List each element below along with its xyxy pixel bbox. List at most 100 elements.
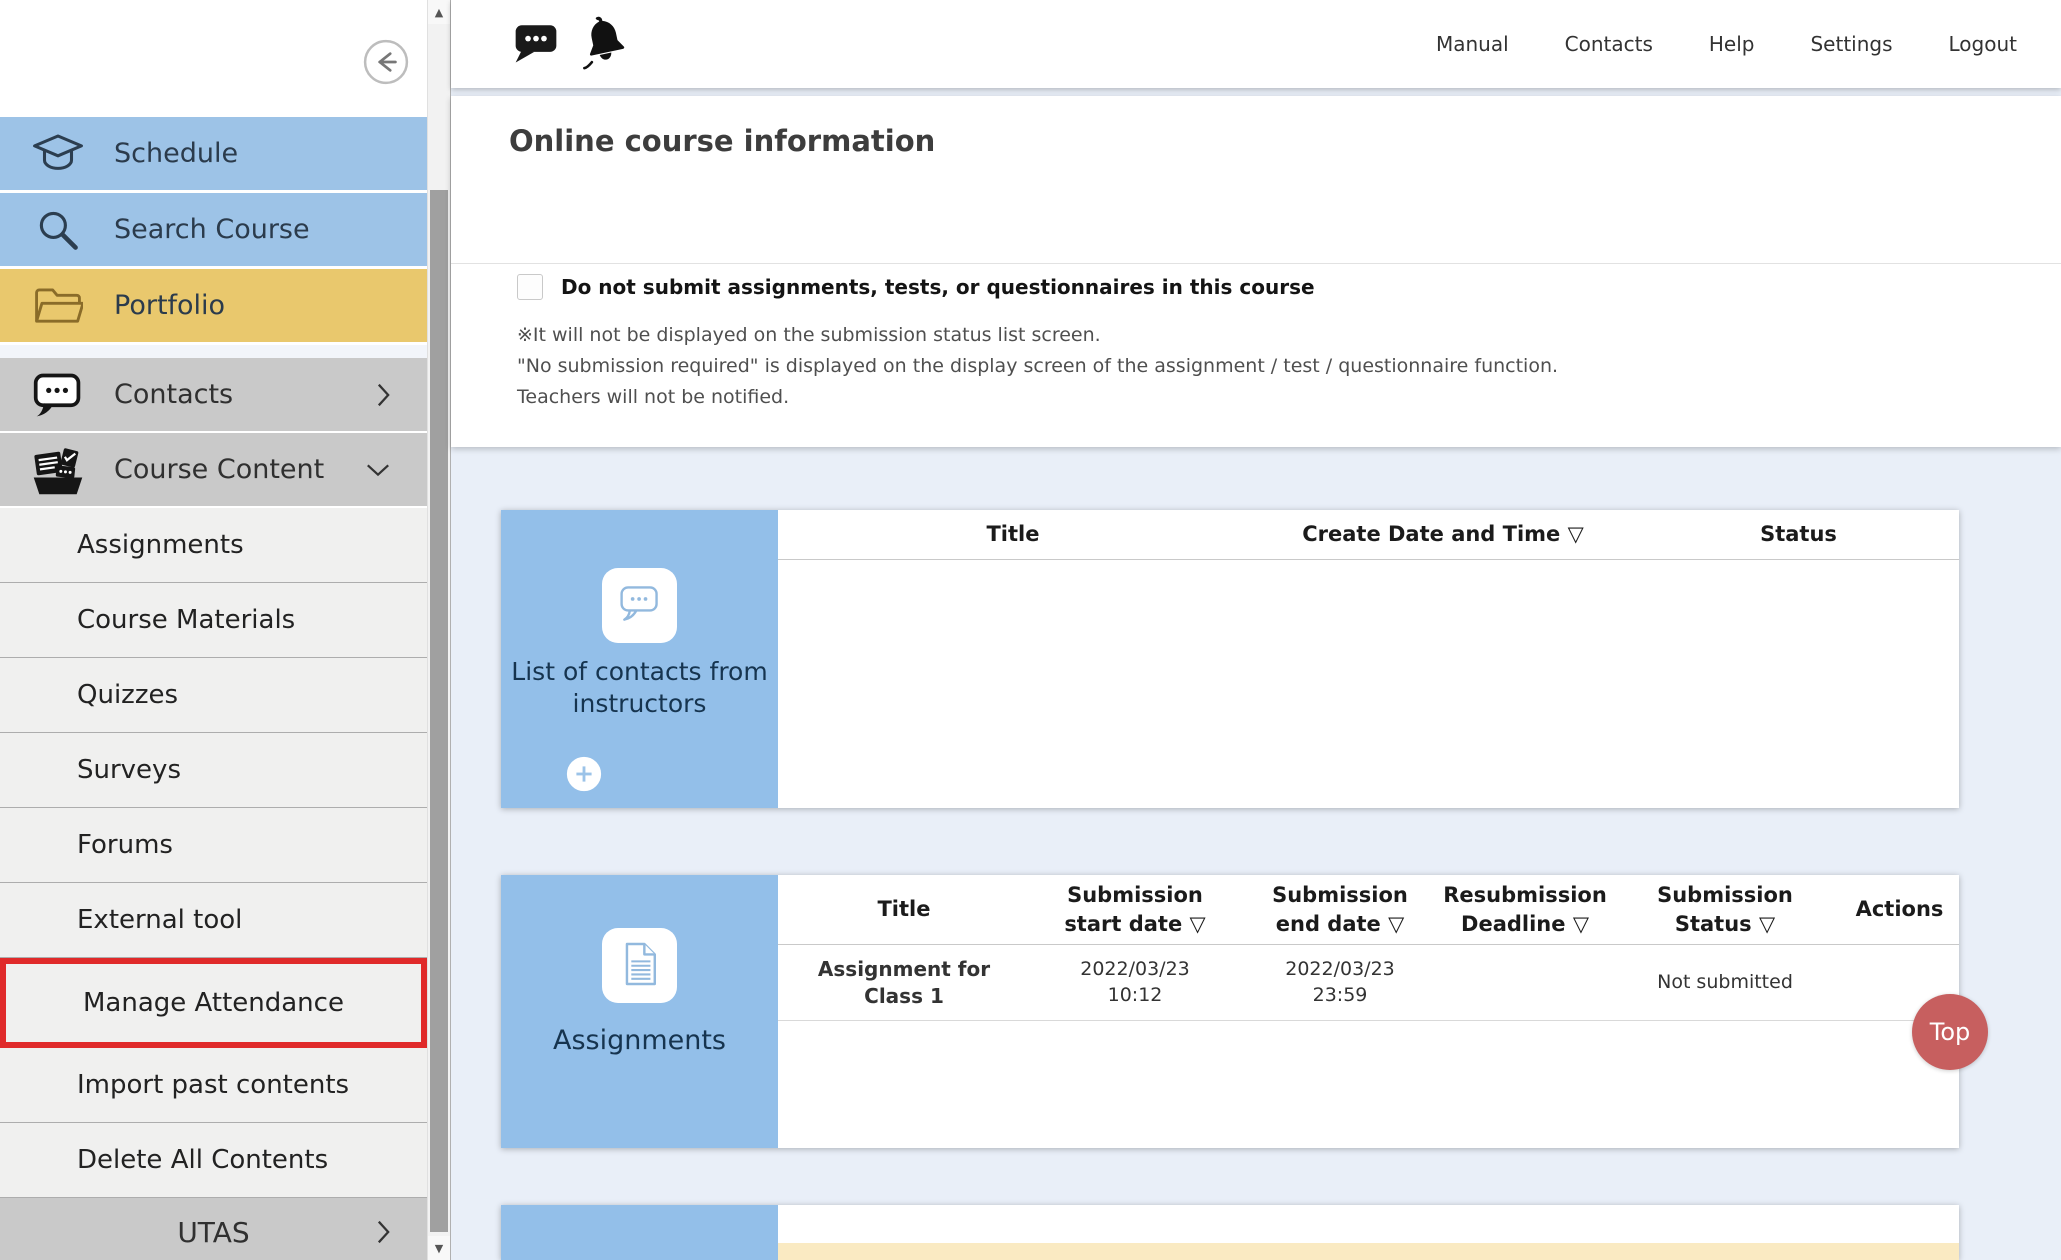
column-header-status: Status (1638, 510, 1959, 559)
speech-bubble-icon (617, 582, 663, 630)
column-header-submission-end[interactable]: Submission end date ▽ (1240, 875, 1440, 944)
sidebar-item-course-content[interactable]: Course Content (0, 433, 427, 506)
folder-icon (26, 284, 90, 328)
cell-submission-end: 2022/03/23 23:59 (1240, 945, 1440, 1020)
column-header-create-date[interactable]: Create Date and Time ▽ (1248, 510, 1638, 559)
contacts-card: List of contacts from instructors Title … (501, 510, 1959, 808)
cell-resubmission-deadline (1440, 945, 1610, 1020)
scroll-up-button[interactable]: ▲ (428, 0, 450, 24)
nav-link-manual[interactable]: Manual (1436, 32, 1509, 56)
sidebar-item-search-course[interactable]: Search Course (0, 193, 427, 266)
column-label: Actions (1856, 895, 1944, 923)
magnifier-icon (26, 206, 90, 254)
main-content: Manual Contacts Help Settings Logout Onl… (451, 0, 2061, 1260)
sidebar-subitem-label: Surveys (77, 755, 181, 785)
sidebar-scrollbar[interactable]: ▲ ▼ (427, 0, 451, 1260)
cell-submission-start: 2022/03/23 10:12 (1030, 945, 1240, 1020)
nav-link-help[interactable]: Help (1709, 32, 1755, 56)
sidebar-item-label: Search Course (114, 214, 310, 245)
course-box-icon (26, 443, 90, 497)
assignments-table-header: Title Submission start date ▽ Submission… (778, 875, 1959, 945)
sidebar-item-label: UTAS (177, 1216, 249, 1249)
contacts-table-header: Title Create Date and Time ▽ Status (778, 510, 1959, 560)
column-header-title: Title (778, 875, 1030, 944)
document-icon (620, 940, 660, 992)
sort-icon: ▽ (1190, 912, 1206, 936)
sort-icon: ▽ (1759, 912, 1775, 936)
sidebar-subitem-label: Assignments (77, 530, 244, 560)
cell-title: Assignment for Class 1 (778, 945, 1030, 1020)
sidebar-menu: Schedule Search Course (0, 0, 427, 1260)
nav-link-logout[interactable]: Logout (1949, 32, 2017, 56)
column-header-title: Title (778, 510, 1248, 559)
sidebar-item-manage-attendance[interactable]: Manage Attendance (0, 958, 427, 1048)
sidebar-subitem-label: External tool (77, 905, 242, 935)
sidebar-item-forums[interactable]: Forums (0, 808, 427, 883)
sidebar-subitem-label: Course Materials (77, 605, 295, 635)
scroll-down-button[interactable]: ▼ (428, 1236, 450, 1260)
partial-card-panel (501, 1205, 778, 1260)
chevron-right-icon (376, 1218, 391, 1253)
chat-icon[interactable] (513, 20, 559, 70)
sidebar-header (0, 0, 427, 117)
cell-submission-status: Not submitted (1610, 945, 1840, 1020)
assignments-panel-label: Assignments (501, 1024, 778, 1059)
table-row[interactable]: Assignment for Class 1 2022/03/23 10:12 … (778, 945, 1959, 1021)
sort-icon: ▽ (1388, 912, 1404, 936)
column-label: Submission Status ▽ (1620, 881, 1830, 938)
no-submission-checkbox-label: Do not submit assignments, tests, or que… (561, 275, 1315, 299)
column-header-submission-status[interactable]: Submission Status ▽ (1610, 875, 1840, 944)
top-bar: Manual Contacts Help Settings Logout (451, 0, 2061, 88)
sort-icon: ▽ (1573, 912, 1589, 936)
assignments-table: Title Submission start date ▽ Submission… (778, 875, 1959, 1148)
sidebar-subitem-label: Forums (77, 830, 173, 860)
sidebar-item-label: Schedule (114, 138, 238, 169)
sidebar-subitem-label: Delete All Contents (77, 1145, 328, 1175)
sidebar-item-course-materials[interactable]: Course Materials (0, 583, 427, 658)
column-header-submission-start[interactable]: Submission start date ▽ (1030, 875, 1240, 944)
highlighted-row (778, 1243, 1959, 1260)
bell-icon[interactable] (571, 7, 634, 77)
scrollbar-thumb[interactable] (430, 190, 448, 1232)
sidebar-item-surveys[interactable]: Surveys (0, 733, 427, 808)
sidebar-item-contacts[interactable]: Contacts (0, 358, 427, 431)
nav-link-settings[interactable]: Settings (1810, 32, 1892, 56)
assignments-panel: Assignments (501, 875, 778, 1148)
sidebar-item-schedule[interactable]: Schedule (0, 117, 427, 190)
sidebar-item-import-past-contents[interactable]: Import past contents (0, 1048, 427, 1123)
speech-bubble-tile (602, 568, 677, 643)
no-submission-checkbox[interactable] (517, 274, 543, 300)
sidebar-subitem-label: Import past contents (77, 1070, 349, 1100)
note-line: "No submission required" is displayed on… (517, 351, 1558, 382)
contacts-panel: List of contacts from instructors (501, 510, 778, 808)
column-header-resubmission-deadline[interactable]: Resubmission Deadline ▽ (1440, 875, 1610, 944)
sidebar-item-utas[interactable]: UTAS (0, 1198, 427, 1260)
column-label: Submission start date ▽ (1040, 881, 1230, 938)
sort-icon[interactable]: ▽ (1568, 520, 1584, 548)
sidebar-item-assignments[interactable]: Assignments (0, 508, 427, 583)
partial-card (501, 1205, 1959, 1260)
sidebar-item-delete-all-contents[interactable]: Delete All Contents (0, 1123, 427, 1198)
add-contact-button[interactable] (565, 755, 603, 793)
contacts-table: Title Create Date and Time ▽ Status (778, 510, 1959, 808)
sidebar-item-external-tool[interactable]: External tool (0, 883, 427, 958)
note-line: ※It will not be displayed on the submiss… (517, 320, 1558, 351)
chevron-down-icon (365, 462, 391, 478)
sidebar-item-portfolio[interactable]: Portfolio (0, 269, 427, 342)
back-to-top-button[interactable]: Top (1912, 994, 1988, 1070)
column-label: Status (1760, 520, 1837, 548)
arrow-left-circle-icon (363, 70, 409, 89)
column-label: Create Date and Time (1302, 520, 1560, 548)
nav-link-contacts[interactable]: Contacts (1565, 32, 1653, 56)
collapse-sidebar-button[interactable] (363, 39, 409, 85)
partial-card-table (778, 1205, 1959, 1260)
chevron-right-icon (376, 381, 391, 409)
no-submission-row: Do not submit assignments, tests, or que… (517, 274, 1315, 300)
column-label: Title (986, 520, 1039, 548)
sidebar-spacer (0, 345, 427, 358)
course-info-card: Online course information Do not submit … (451, 96, 2061, 447)
contacts-panel-label: List of contacts from instructors (501, 656, 778, 720)
sidebar-item-label: Portfolio (114, 290, 225, 321)
sidebar-item-quizzes[interactable]: Quizzes (0, 658, 427, 733)
divider (451, 263, 2061, 264)
